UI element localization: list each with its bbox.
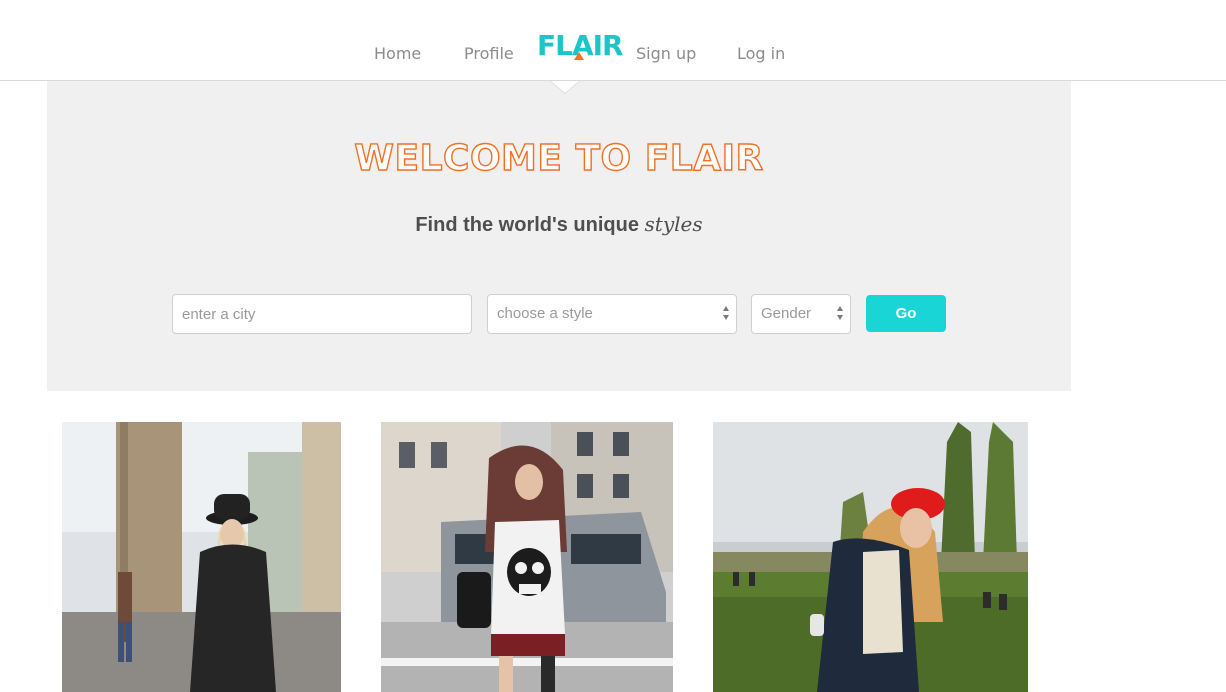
style-select-value: choose a style — [497, 305, 593, 322]
photo-image — [381, 422, 673, 692]
nav-pointer — [551, 81, 579, 93]
search-form: choose a style Gender Go — [47, 294, 1071, 334]
top-nav-bar: Home Profile FLAIR Sign up Log in — [0, 0, 1226, 81]
nav-signup-link[interactable]: Sign up — [636, 44, 696, 63]
gender-select[interactable]: Gender — [751, 294, 851, 334]
photo-image — [62, 422, 341, 692]
go-button[interactable]: Go — [866, 295, 946, 332]
street-style-photo-hat[interactable] — [62, 422, 341, 692]
photo-image — [713, 422, 1028, 692]
gender-select-value: Gender — [761, 305, 812, 322]
nav-home-link[interactable]: Home — [374, 44, 421, 63]
hero-subtitle-accent: styles — [644, 212, 703, 236]
hero-subtitle-main: Find the world's unique — [415, 214, 639, 236]
street-style-photo-red-beret[interactable] — [713, 422, 1028, 692]
style-select[interactable]: choose a style — [487, 294, 737, 334]
select-arrows-icon — [837, 306, 844, 322]
hero-subtitle: Find the world's unique styles — [47, 212, 1071, 237]
hero-banner: WELCOME TO FLAIR Find the world's unique… — [47, 81, 1071, 391]
flair-logo[interactable]: FLAIR — [537, 31, 624, 63]
street-style-photo-skull-top[interactable] — [381, 422, 673, 692]
hero-title: WELCOME TO FLAIR — [354, 137, 764, 179]
nav-profile-link[interactable]: Profile — [464, 44, 514, 63]
city-input[interactable] — [172, 294, 472, 334]
logo-triangle-icon — [574, 52, 584, 60]
nav-login-link[interactable]: Log in — [737, 44, 785, 63]
select-arrows-icon — [723, 306, 730, 322]
